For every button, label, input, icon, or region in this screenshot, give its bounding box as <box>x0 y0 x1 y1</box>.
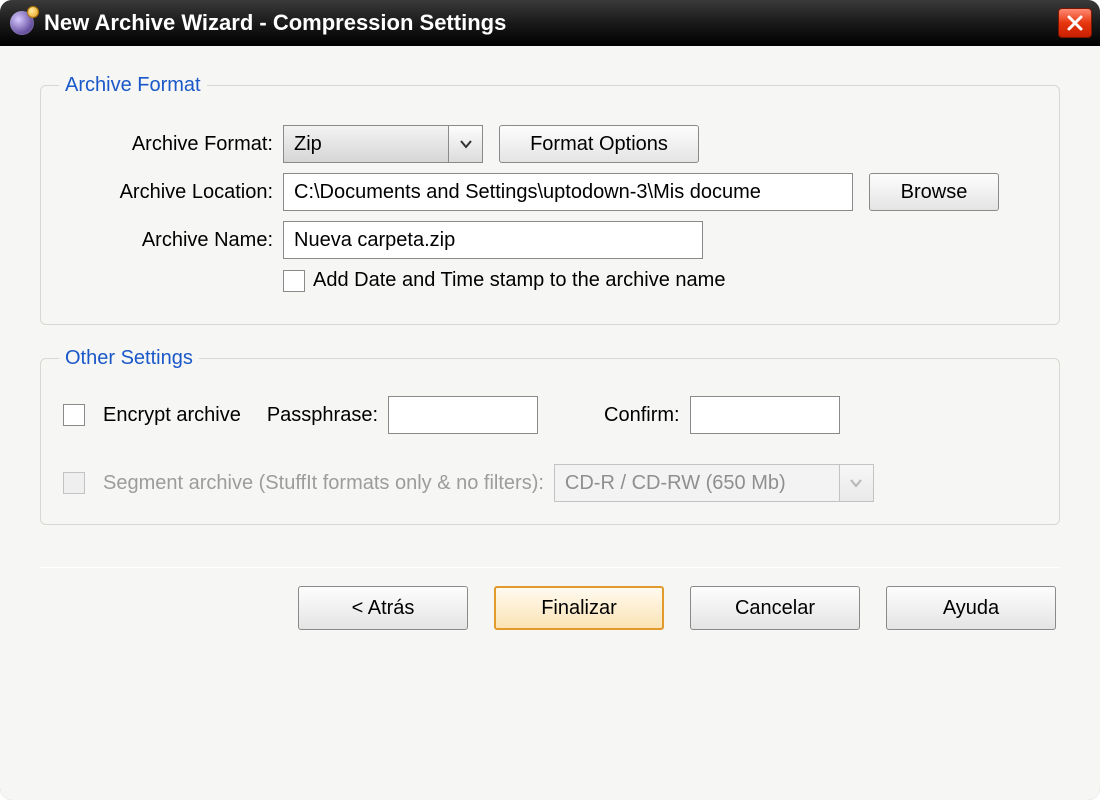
finish-button[interactable]: Finalizar <box>494 586 664 630</box>
passphrase-input[interactable] <box>388 396 538 434</box>
confirm-input[interactable] <box>690 396 840 434</box>
client-area: Archive Format Archive Format: Zip Forma… <box>0 46 1100 800</box>
archive-format-label: Archive Format: <box>63 133 283 156</box>
segment-checkbox <box>63 472 85 494</box>
browse-label: Browse <box>901 181 968 204</box>
app-icon <box>10 11 34 35</box>
format-options-button[interactable]: Format Options <box>499 125 699 163</box>
cancel-button[interactable]: Cancelar <box>690 586 860 630</box>
archive-name-label: Archive Name: <box>63 229 283 252</box>
archive-format-legend: Archive Format <box>59 74 207 97</box>
finish-label: Finalizar <box>541 597 617 620</box>
browse-button[interactable]: Browse <box>869 173 999 211</box>
segment-dropdown-button <box>839 465 873 501</box>
help-button[interactable]: Ayuda <box>886 586 1056 630</box>
chevron-down-icon <box>849 476 863 490</box>
archive-format-combo[interactable]: Zip <box>283 125 483 163</box>
archive-location-input[interactable] <box>283 173 853 211</box>
close-button[interactable] <box>1058 8 1092 38</box>
confirm-label: Confirm: <box>604 404 680 427</box>
wizard-window: New Archive Wizard - Compression Setting… <box>0 0 1100 800</box>
archive-name-input[interactable] <box>283 221 703 259</box>
encrypt-label: Encrypt archive <box>103 404 241 427</box>
datestamp-label: Add Date and Time stamp to the archive n… <box>313 269 725 292</box>
archive-format-group: Archive Format Archive Format: Zip Forma… <box>40 74 1060 325</box>
footer: < Atrás Finalizar Cancelar Ayuda <box>40 586 1060 630</box>
format-options-label: Format Options <box>530 133 668 156</box>
titlebar: New Archive Wizard - Compression Setting… <box>0 0 1100 46</box>
archive-location-label: Archive Location: <box>63 181 283 204</box>
footer-separator <box>40 567 1060 568</box>
back-label: < Atrás <box>352 597 415 620</box>
close-icon <box>1066 14 1084 32</box>
other-settings-group: Other Settings Encrypt archive Passphras… <box>40 347 1060 525</box>
back-button[interactable]: < Atrás <box>298 586 468 630</box>
cancel-label: Cancelar <box>735 597 815 620</box>
encrypt-checkbox[interactable] <box>63 404 85 426</box>
segment-value: CD-R / CD-RW (650 Mb) <box>555 472 839 495</box>
segment-combo: CD-R / CD-RW (650 Mb) <box>554 464 874 502</box>
segment-label: Segment archive (StuffIt formats only & … <box>103 472 544 495</box>
other-settings-legend: Other Settings <box>59 347 199 370</box>
chevron-down-icon <box>459 137 473 151</box>
archive-format-dropdown-button[interactable] <box>448 126 482 162</box>
archive-format-value: Zip <box>284 133 448 156</box>
help-label: Ayuda <box>943 597 999 620</box>
passphrase-label: Passphrase: <box>267 404 378 427</box>
window-title: New Archive Wizard - Compression Setting… <box>44 10 1058 36</box>
datestamp-checkbox[interactable] <box>283 270 305 292</box>
